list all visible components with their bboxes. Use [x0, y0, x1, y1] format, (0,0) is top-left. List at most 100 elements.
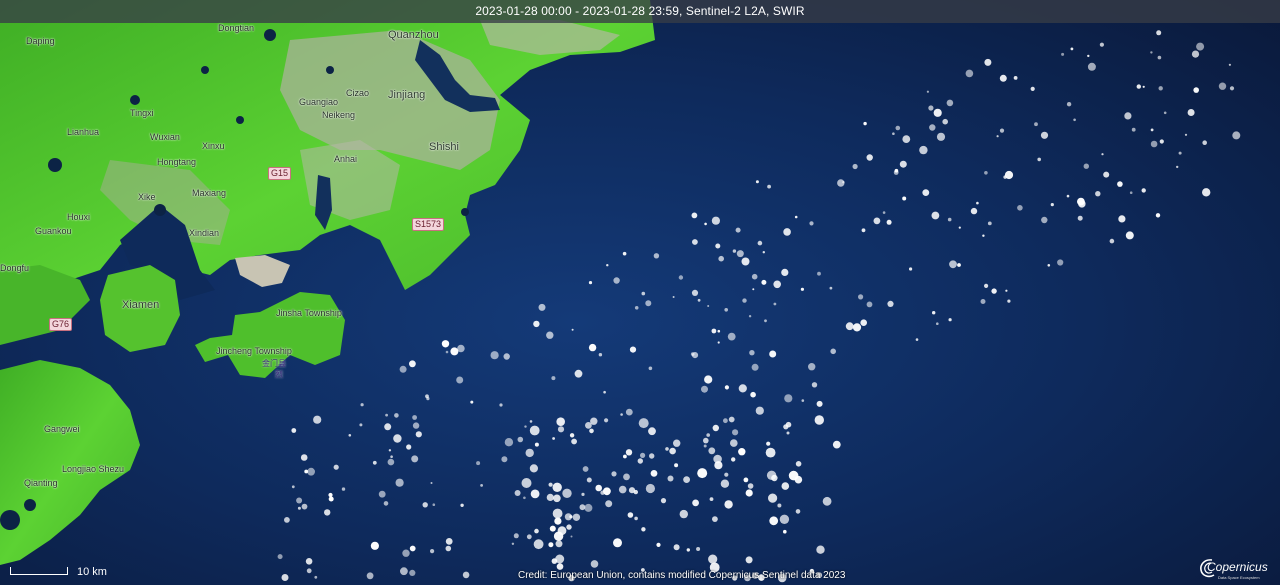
copernicus-logo[interactable]: Copernicus Data Space Ecosystem: [1198, 557, 1268, 583]
cloud-puff: [384, 423, 392, 431]
cloud-puff: [1070, 47, 1074, 51]
cloud-puff: [942, 118, 948, 125]
cloud-puff: [333, 464, 339, 470]
cloud-puff: [715, 243, 721, 249]
place-label-gangwei: Gangwei: [44, 424, 80, 434]
cloud-puff: [634, 516, 638, 521]
cloud-puff: [795, 509, 801, 514]
cloud-puff: [929, 124, 936, 131]
cloud-puff: [394, 413, 399, 418]
cloud-puff: [530, 489, 540, 499]
cloud-puff: [669, 447, 676, 455]
cloud-puff: [595, 484, 602, 492]
cloud-puff: [1155, 213, 1161, 218]
cloud-puff: [395, 478, 404, 487]
cloud-puff: [291, 428, 297, 433]
cloud-puff: [928, 105, 934, 111]
cloud-puff: [553, 531, 564, 541]
place-label-shishi: Shishi: [429, 141, 459, 153]
cloud-puff: [341, 487, 346, 491]
cloud-puff: [603, 390, 606, 394]
cloud-puff: [882, 211, 886, 214]
cloud-puff: [747, 483, 754, 489]
place-label-guankou: Guankou: [35, 226, 72, 236]
cloud-puff: [970, 207, 978, 215]
cloud-puff: [692, 499, 699, 507]
map-viewport[interactable]: 2023-01-28 00:00 - 2023-01-28 23:59, Sen…: [0, 0, 1280, 585]
cloud-puff: [769, 350, 777, 358]
cloud-puff: [533, 539, 544, 550]
place-label-xinxu: Xinxu: [202, 141, 225, 151]
cloud-puff: [445, 538, 453, 545]
cloud-puff: [777, 503, 782, 508]
cloud-puff: [936, 132, 946, 141]
cloud-puff: [409, 569, 416, 577]
cloud-puff: [723, 418, 728, 424]
place-label-longjiao: Longjiao Shezu: [62, 464, 125, 474]
cloud-puff: [618, 485, 627, 494]
cloud-puff: [572, 513, 581, 521]
cloud-puff: [808, 363, 816, 371]
cloud-puff: [656, 542, 661, 548]
cloud-puff: [712, 424, 719, 432]
cloud-puff: [706, 433, 710, 437]
cloud-puff: [958, 226, 961, 229]
cloud-puff: [861, 228, 866, 233]
cloud-puff: [638, 418, 649, 429]
cloud-puff: [984, 171, 988, 175]
cloud-puff: [1150, 128, 1154, 132]
cloud-puff: [660, 498, 667, 504]
cloud-puff: [613, 538, 622, 548]
cloud-puff: [866, 301, 873, 308]
cloud-puff: [579, 504, 586, 511]
cloud-puff: [627, 512, 634, 518]
cloud-puff: [557, 426, 565, 433]
cloud-puff: [360, 403, 364, 407]
satellite-imagery[interactable]: [0, 0, 1280, 585]
cloud-puff: [538, 303, 546, 311]
place-label-guangiao: Guangiao: [299, 97, 339, 107]
cloud-puff: [1087, 62, 1096, 71]
cloud-puff: [832, 440, 841, 449]
cloud-puff: [603, 487, 611, 496]
cloud-puff: [534, 442, 539, 447]
cloud-puff: [786, 431, 790, 435]
cloud-puff: [571, 328, 574, 331]
cloud-puff: [724, 308, 728, 312]
cloud-puff: [679, 509, 688, 519]
cloud-puff: [611, 471, 617, 477]
cloud-puff: [1232, 131, 1241, 140]
cloud-puff: [645, 300, 652, 307]
cloud-puff: [814, 415, 824, 425]
cloud-puff: [1136, 84, 1142, 89]
cloud-puff: [783, 529, 787, 534]
cloud-puff: [784, 394, 793, 403]
cloud-puff: [703, 444, 707, 448]
cloud-puff: [732, 429, 739, 436]
cloud-puff: [1087, 54, 1090, 58]
cloud-puff: [551, 376, 556, 381]
cloud-puff: [728, 416, 735, 423]
cloud-puff: [460, 503, 464, 507]
cloud-puff: [1163, 111, 1167, 115]
cloud-puff: [1202, 140, 1207, 145]
cloud-puff: [281, 574, 289, 581]
cloud-puff: [570, 535, 573, 538]
cloud-puff: [771, 474, 778, 482]
cloud-puff: [571, 438, 577, 445]
cloud-puff: [1061, 52, 1065, 56]
cloud-puff: [1142, 85, 1145, 88]
cloud-puff: [683, 476, 690, 483]
cloud-puff: [415, 431, 422, 438]
cloud-puff: [476, 461, 481, 466]
place-label-xiamen: Xiamen: [122, 299, 160, 311]
cloud-puff: [588, 281, 593, 285]
cloud-puff: [755, 180, 759, 184]
cloud-puff: [1005, 289, 1008, 292]
cloud-puff: [359, 423, 363, 427]
cloud-puff: [866, 154, 873, 161]
place-label-dongfu: Dongfu: [0, 263, 30, 273]
cloud-puff: [524, 425, 527, 428]
cloud-puff: [922, 189, 930, 197]
cloud-puff: [556, 417, 565, 427]
